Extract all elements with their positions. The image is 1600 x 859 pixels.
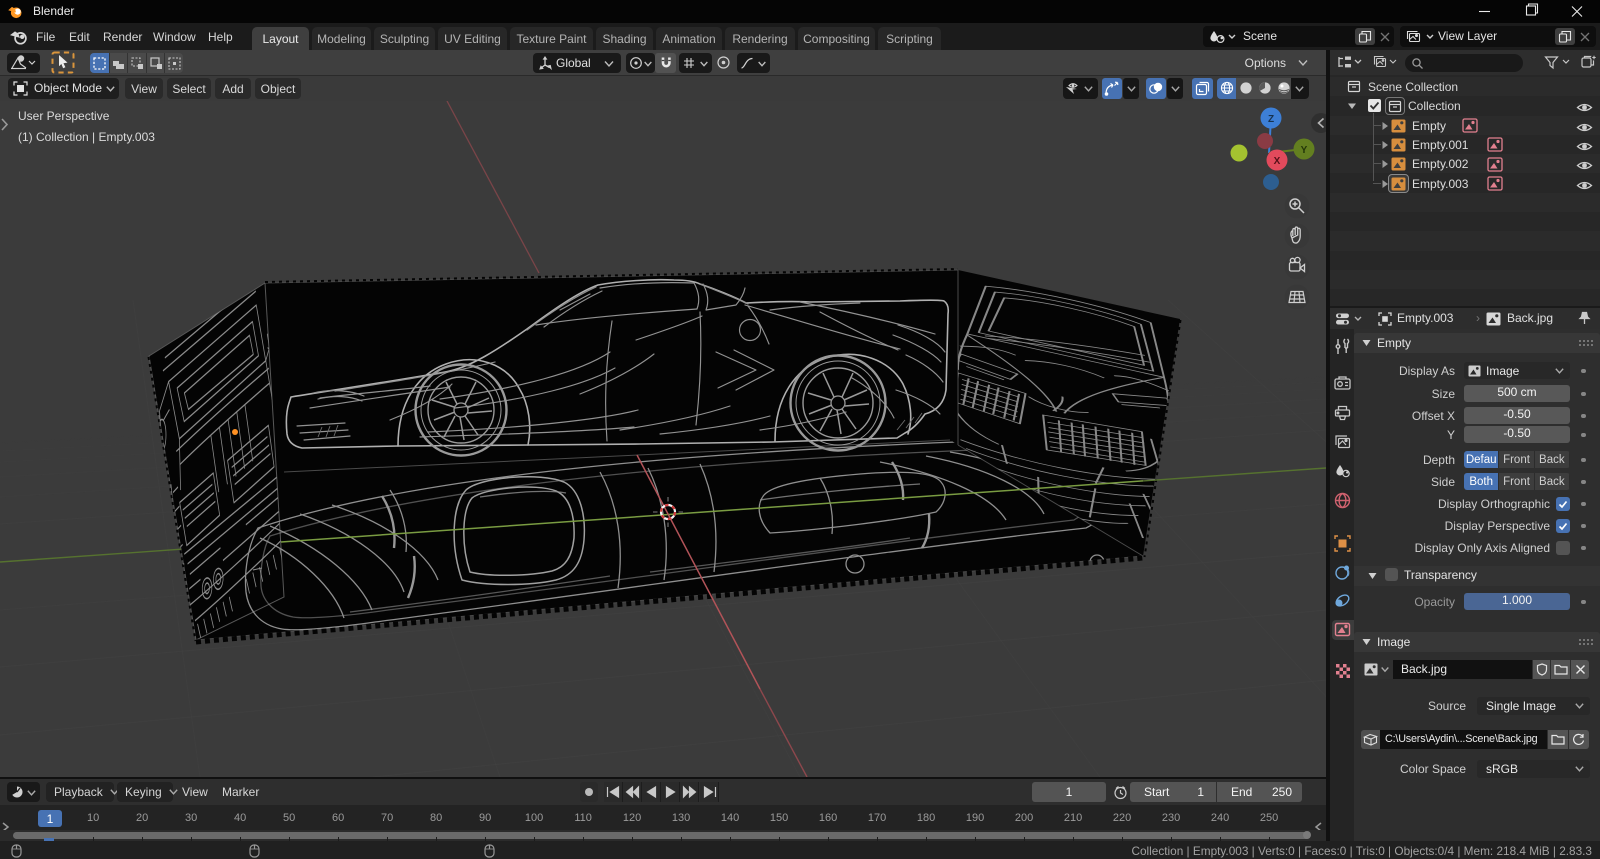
svg-text:X: X	[1274, 156, 1281, 167]
svg-text:Y: Y	[1301, 145, 1308, 156]
svg-text:Z: Z	[1268, 114, 1274, 125]
